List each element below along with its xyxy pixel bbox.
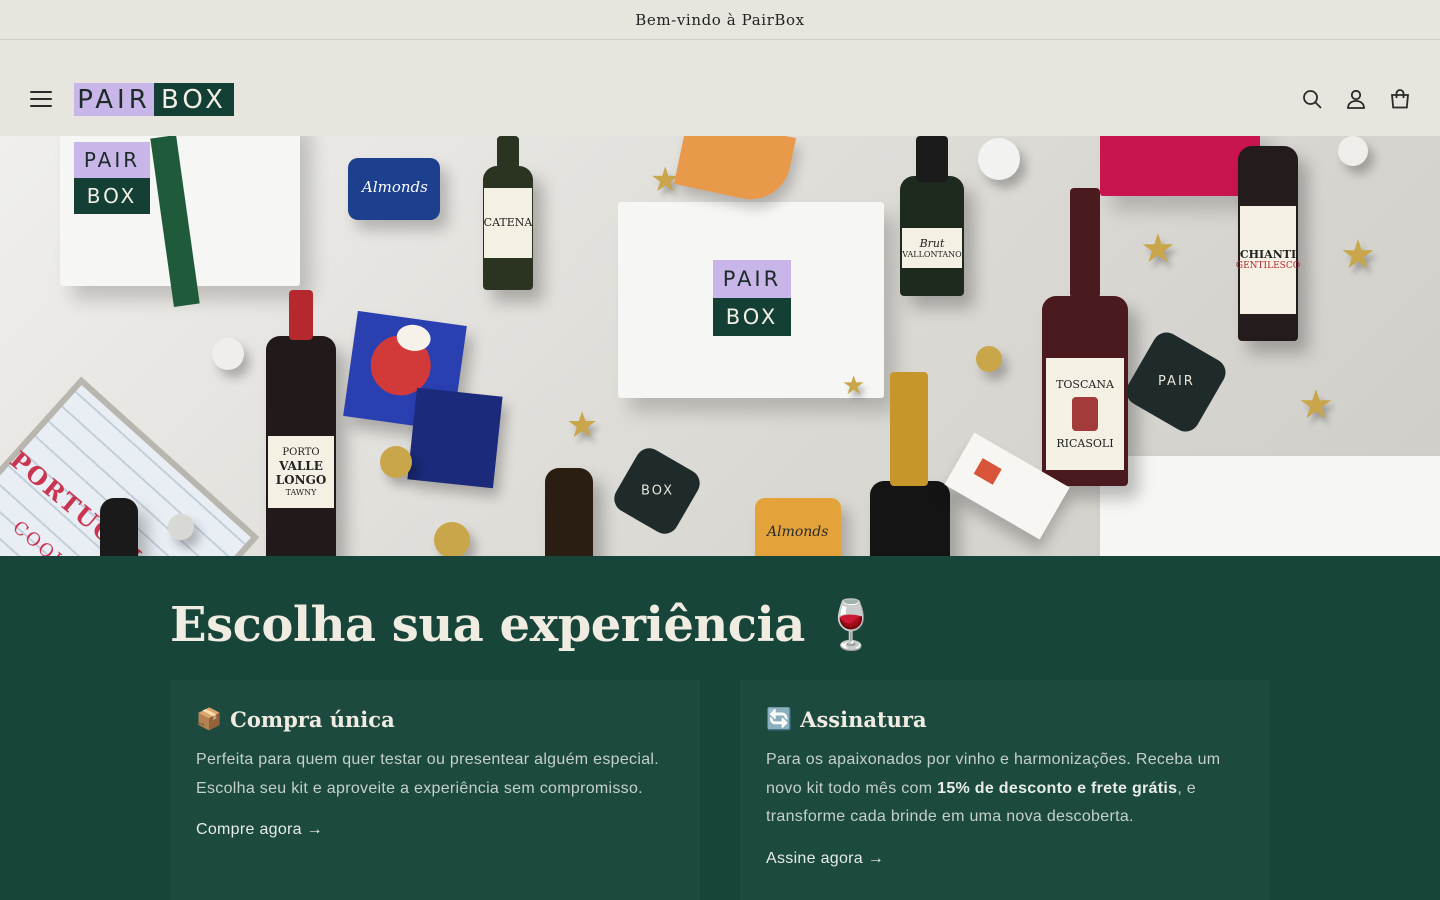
pink-box bbox=[1100, 136, 1260, 196]
card-title: 🔄 Assinatura bbox=[766, 706, 927, 732]
almonds-can-bottom: Almonds bbox=[755, 498, 841, 556]
star-ornament-3: ★ bbox=[1340, 233, 1376, 277]
star-ornament-4: ★ bbox=[1298, 383, 1334, 427]
gift-box-right bbox=[1100, 456, 1440, 556]
ball-ornament-5 bbox=[168, 514, 194, 540]
experience-section: Escolha sua experiência 🍷 📦 Compra única … bbox=[0, 556, 1440, 900]
card-text: Para os apaixonados por vinho e harmoniz… bbox=[766, 751, 1221, 825]
ball-ornament-2 bbox=[212, 338, 244, 370]
champagne-foil bbox=[890, 372, 928, 486]
experience-heading: Escolha sua experiência 🍷 bbox=[170, 597, 881, 653]
box-logo-center: PAIR BOX bbox=[713, 260, 791, 336]
menu-icon[interactable] bbox=[28, 88, 54, 110]
refresh-icon: 🔄 bbox=[766, 706, 793, 731]
ball-ornament-1 bbox=[978, 138, 1020, 180]
cart-icon[interactable] bbox=[1388, 87, 1412, 111]
porto-capsule bbox=[289, 290, 313, 340]
star-ornament-6: ★ bbox=[842, 370, 866, 400]
brut-neck bbox=[916, 136, 948, 182]
ball-ornament-6 bbox=[976, 346, 1002, 372]
brut-label: Brut VALLONTANO bbox=[902, 228, 962, 268]
ball-ornament-3 bbox=[380, 446, 412, 478]
hero-image: PORTUGAL COOKBOOK PAIR BOX PAIR BOX CATE… bbox=[0, 136, 1440, 556]
compre-agora-link[interactable]: Compre agora → bbox=[196, 821, 323, 839]
porto-label: PORTO VALLE LONGO TAWNY bbox=[268, 436, 334, 508]
logo-box: BOX bbox=[154, 83, 234, 116]
bottle-bottom-center bbox=[545, 468, 593, 556]
star-ornament-5: ★ bbox=[566, 404, 599, 445]
pairbox-coaster-right: PAIR bbox=[1121, 327, 1231, 437]
mica-card bbox=[407, 387, 503, 489]
search-icon[interactable] bbox=[1300, 87, 1324, 111]
star-ornament-2: ★ bbox=[1140, 227, 1176, 271]
site-logo[interactable]: PAIR BOX bbox=[74, 83, 234, 116]
card-title: 📦 Compra única bbox=[196, 706, 395, 732]
napkin bbox=[673, 136, 797, 207]
card-compra-unica: 📦 Compra única Perfeita para quem quer te… bbox=[170, 680, 700, 900]
announcement-bar: Bem-vindo à PairBox bbox=[0, 0, 1440, 40]
box-icon: 📦 bbox=[196, 706, 223, 731]
account-icon[interactable] bbox=[1344, 87, 1368, 111]
card-text: Perfeita para quem quer testar ou presen… bbox=[196, 751, 660, 797]
box-logo-small: PAIR BOX bbox=[74, 142, 150, 214]
chianti-label: CHIANTI GENTILESCO bbox=[1236, 206, 1300, 314]
almonds-can-top: Almonds bbox=[348, 158, 440, 220]
logo-pair: PAIR bbox=[74, 83, 154, 116]
toscana-neck bbox=[1070, 188, 1100, 298]
header-actions bbox=[1300, 87, 1412, 111]
champagne-bottle bbox=[870, 481, 950, 556]
ball-ornament-4 bbox=[434, 522, 470, 556]
announcement-text: Bem-vindo à PairBox bbox=[635, 10, 805, 29]
card-assinatura: 🔄 Assinatura Para os apaixonados por vinh… bbox=[740, 680, 1270, 900]
assine-agora-link[interactable]: Assine agora → bbox=[766, 850, 884, 868]
site-header: PAIR BOX bbox=[0, 40, 1440, 136]
catena-label: CATENA bbox=[484, 188, 532, 258]
catena-neck bbox=[497, 136, 519, 170]
toscana-label: TOSCANA RICASOLI bbox=[1046, 358, 1124, 470]
pairbox-coaster-center: BOX bbox=[609, 443, 705, 539]
bottle-bottom-left bbox=[100, 498, 138, 556]
ball-ornament-7 bbox=[1338, 136, 1368, 166]
